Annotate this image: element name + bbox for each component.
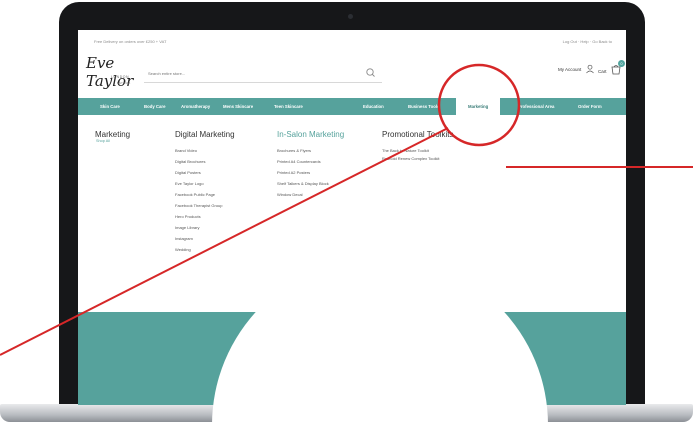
menu-link[interactable]: Facebook Therapist Group [175, 200, 223, 211]
utility-links[interactable]: Log Out · Help · Go Back to [563, 39, 612, 44]
main-navigation: Skin Care Body Care Aromatherapy Mens Sk… [78, 98, 626, 115]
menu-link[interactable]: Wedding [175, 244, 223, 255]
nav-item-marketing[interactable]: Marketing [456, 98, 501, 115]
menu-link[interactable]: Facebook Public Page [175, 189, 223, 200]
nav-item-professional-area[interactable]: Professional Area [518, 98, 554, 115]
menu-link[interactable]: Eve Taylor Logo [175, 178, 223, 189]
digital-marketing-list: Brand Video Digital Brochures Digital Po… [175, 145, 223, 255]
search-bar [144, 64, 382, 83]
top-bar: Free Delivery on orders over £250 + VAT … [78, 30, 626, 50]
menu-link[interactable]: Digital Posters [175, 167, 223, 178]
marketing-mega-menu: Marketing Shop All Digital Marketing Bra… [78, 115, 626, 315]
menu-link[interactable]: Image Library [175, 222, 223, 233]
logo-subtitle: LONDON [111, 75, 129, 79]
cart-link[interactable]: Cart [598, 69, 607, 74]
menu-link[interactable]: Instagram [175, 233, 223, 244]
shop-all-link[interactable]: Shop All [96, 139, 110, 143]
column-title-promotional-toolkits[interactable]: Promotional Toolkits [382, 130, 453, 139]
in-salon-marketing-list: Brochures & Flyers Printed A4 Countercar… [277, 145, 329, 200]
laptop-screen: Free Delivery on orders over £250 + VAT … [78, 30, 626, 405]
nav-item-business-tools[interactable]: Business Tools [408, 98, 439, 115]
nav-item-body-care[interactable]: Body Care [144, 98, 166, 115]
menu-link[interactable]: Brochures & Flyers [277, 145, 329, 156]
nav-item-teen-skincare[interactable]: Teen Skincare [274, 98, 303, 115]
menu-link[interactable]: Printed A2 Posters [277, 167, 329, 178]
nav-item-order-form[interactable]: Order Form [578, 98, 602, 115]
menu-link[interactable]: The Back to Nature Toolkit [382, 145, 452, 156]
menu-link[interactable]: Printed A4 Countercards [277, 156, 329, 167]
column-title-digital-marketing[interactable]: Digital Marketing [175, 130, 235, 139]
menu-section-title: Marketing [95, 130, 131, 139]
promotional-toolkits-list: The Back to Nature Toolkit Retinoid Rene… [382, 145, 452, 162]
menu-link[interactable]: Digital Brochures [175, 156, 223, 167]
nav-item-education[interactable]: Education [363, 98, 384, 115]
nav-item-aromatherapy[interactable]: Aromatherapy [181, 98, 210, 115]
cart-count-badge: 0 [618, 60, 625, 67]
hero-banner [78, 312, 626, 405]
camera-icon [348, 14, 353, 19]
nav-item-skin-care[interactable]: Skin Care [100, 98, 120, 115]
column-title-in-salon-marketing[interactable]: In-Salon Marketing [277, 130, 344, 139]
nav-item-mens-skincare[interactable]: Mens Skincare [223, 98, 253, 115]
menu-link[interactable]: Window Decal [277, 189, 329, 200]
menu-link[interactable]: Hero Products [175, 211, 223, 222]
search-input[interactable] [146, 67, 350, 79]
menu-link[interactable]: Brand Video [175, 145, 223, 156]
menu-link[interactable]: Shelf Talkers & Display Block [277, 178, 329, 189]
user-icon[interactable] [585, 64, 595, 74]
delivery-notice: Free Delivery on orders over £250 + VAT [94, 39, 167, 44]
logo-est: EST 1964 [117, 81, 131, 85]
search-icon[interactable] [364, 66, 378, 80]
my-account-link[interactable]: My Account [558, 67, 581, 72]
menu-link[interactable]: Retinoid Renew Complex Toolkit [382, 156, 442, 162]
